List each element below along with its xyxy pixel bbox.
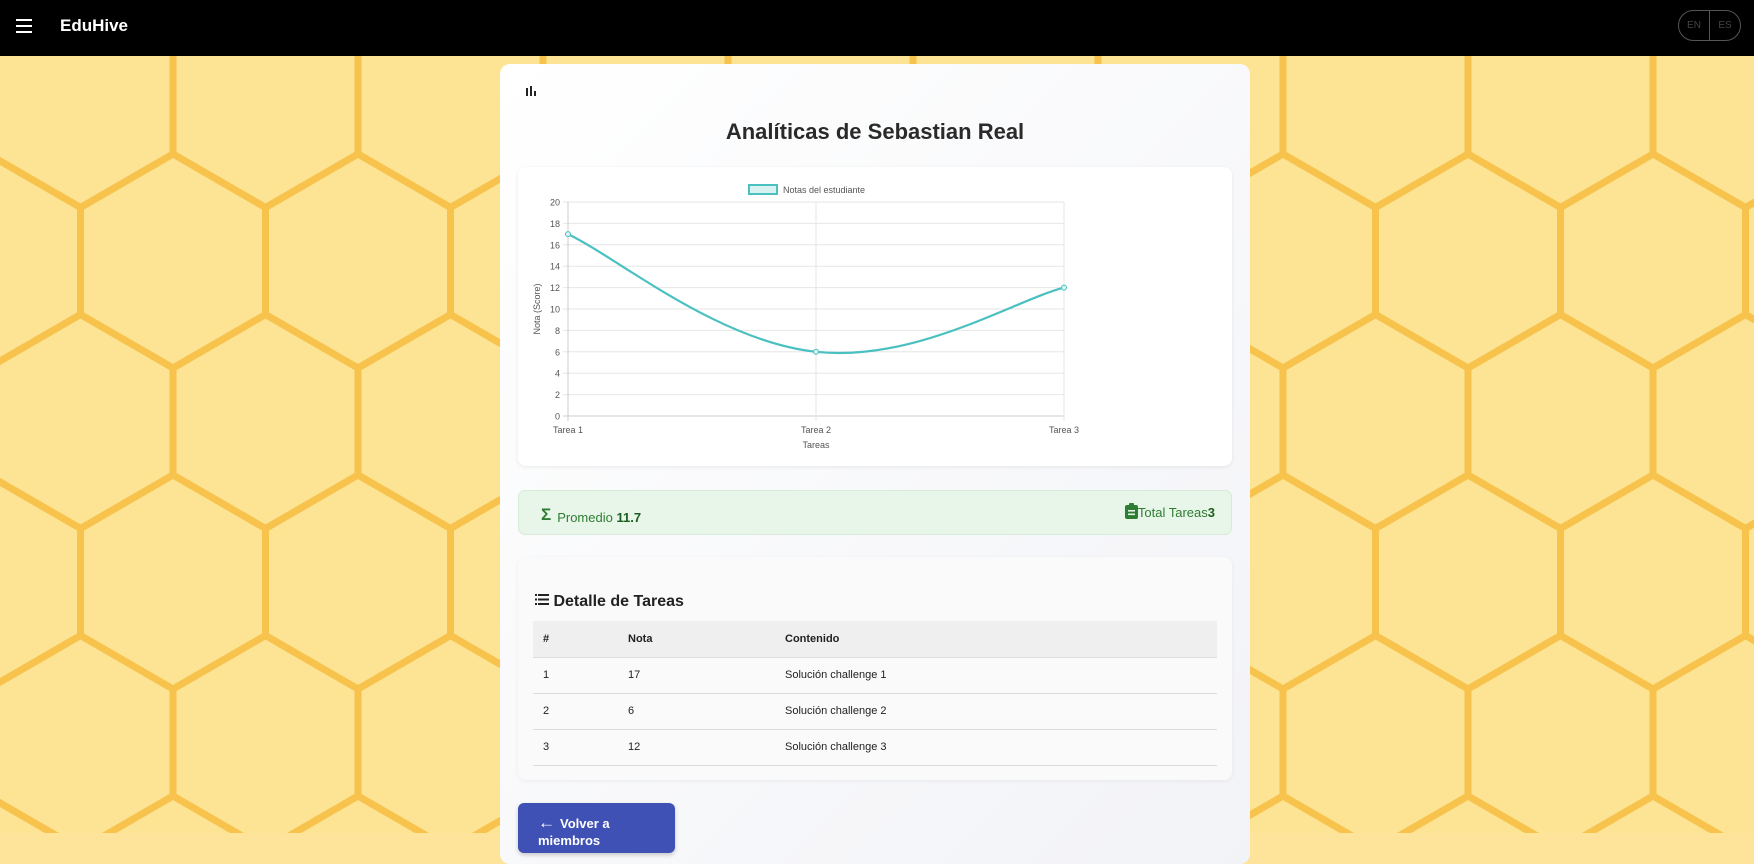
task-detail-card: Detalle de Tareas # Nota Contenido 1 17 So… [518,557,1232,780]
legend-swatch [748,184,778,195]
average-value: 11.7 [616,510,642,525]
bar-chart-icon [526,86,538,96]
chart-card: 0 2 4 6 8 10 12 14 16 18 20 Tarea 1 Tarea 2 Tarea 3 Ta… [518,167,1232,466]
total-stat: Total Tareas3 [1124,503,1215,520]
x-tick-label: Tarea 1 [553,425,583,435]
total-value: 3 [1207,505,1215,520]
y-tick-label: 4 [555,369,560,379]
page-title: Analíticas de Sebastian Real [725,119,1025,144]
data-point [565,231,571,238]
cell-content: Solución challenge 3 [785,729,1217,766]
data-point [813,348,819,355]
x-tick-label: Tarea 2 [801,425,831,435]
cell-grade: 6 [628,693,785,730]
average-label: Promedio [557,510,613,525]
x-tick-label: Tarea 3 [1049,425,1079,435]
sigma-icon: Σ [541,505,552,524]
task-detail-heading: Detalle de Tareas [535,593,684,611]
hamburger-icon[interactable] [16,19,32,33]
task-detail-title: Detalle de Tareas [553,593,684,610]
cell-grade: 12 [628,729,785,766]
arrow-left-icon: ← [538,813,555,832]
y-tick-label: 10 [550,305,560,315]
legend-label: Notas del estudiante [783,185,865,195]
cell-number: 3 [533,729,628,766]
y-tick-label: 8 [555,326,560,336]
y-tick-label: 18 [550,219,560,229]
brand-logo[interactable]: EduHive [60,16,128,36]
analytics-card: Analíticas de Sebastian Real 0 2 4 6 8 10 12 14… [500,64,1250,864]
list-icon [535,594,549,605]
lang-es-button[interactable]: ES [1709,11,1740,40]
clipboard-icon [1124,503,1138,519]
cell-number: 1 [533,657,628,694]
back-to-members-button[interactable]: ← Volver a miembros [518,803,675,853]
y-tick-label: 6 [555,347,560,357]
task-table: # Nota Contenido 1 17 Solución challenge 1… [533,621,1217,766]
col-header-number: # [533,621,628,658]
y-tick-label: 2 [555,390,560,400]
stats-box: Σ Promedio 11.7 Total Tareas3 [518,490,1232,535]
top-navbar: EduHive EN ES [0,0,1754,56]
table-header-row: # Nota Contenido [533,621,1217,658]
y-axis-label: Nota (Score) [532,283,542,334]
y-tick-label: 0 [555,412,560,422]
cell-grade: 17 [628,657,785,694]
cell-content: Solución challenge 1 [785,657,1217,694]
data-point [1061,284,1067,291]
table-row: 2 6 Solución challenge 2 [533,693,1217,730]
table-row: 3 12 Solución challenge 3 [533,729,1217,766]
y-tick-label: 20 [550,198,560,208]
cell-content: Solución challenge 2 [785,693,1217,730]
table-row: 1 17 Solución challenge 1 [533,657,1217,694]
y-tick-label: 16 [550,240,560,250]
line-chart: 0 2 4 6 8 10 12 14 16 18 20 Tarea 1 Tarea 2 Tarea 3 Ta… [532,184,1079,450]
col-header-grade: Nota [628,621,785,658]
cell-number: 2 [533,693,628,730]
language-toggle[interactable]: EN ES [1678,10,1741,41]
y-tick-label: 12 [550,283,560,293]
col-header-content: Contenido [785,621,1217,658]
y-tick-label: 14 [550,262,560,272]
x-axis-label: Tareas [802,440,830,450]
lang-en-button[interactable]: EN [1679,11,1709,40]
average-stat: Σ Promedio 11.7 [541,505,641,525]
total-label: Total Tareas [1137,505,1208,520]
